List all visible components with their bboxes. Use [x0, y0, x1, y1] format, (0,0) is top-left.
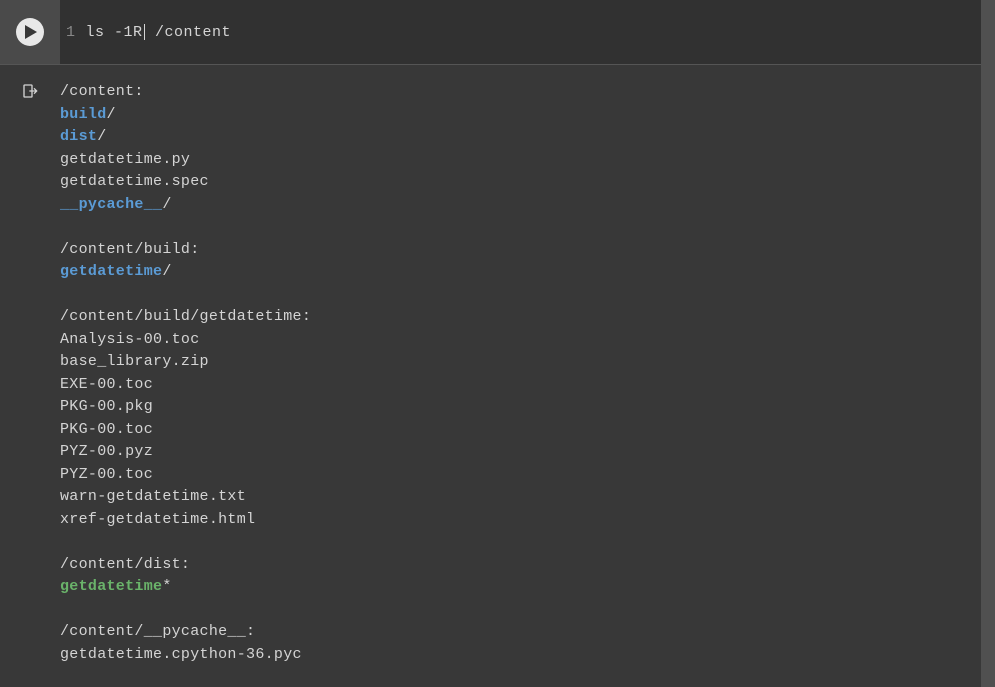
output-text: PKG-00.pkg [60, 398, 153, 415]
output-line: base_library.zip [60, 351, 995, 374]
vertical-scrollbar[interactable] [981, 0, 995, 687]
output-text: /content/dist: [60, 556, 190, 573]
directory-link: getdatetime [60, 263, 162, 280]
run-button-gutter [0, 0, 60, 64]
output-line: dist/ [60, 126, 995, 149]
output-line [60, 599, 995, 622]
output-text: /content: [60, 83, 144, 100]
output-line: warn-getdatetime.txt [60, 486, 995, 509]
notebook-cell: 1 ls -1R /content /content:build/dist/ge… [0, 0, 995, 687]
output-text: * [162, 578, 171, 595]
output-line [60, 216, 995, 239]
directory-link: dist [60, 128, 97, 145]
output-gutter [0, 81, 60, 671]
run-cell-button[interactable] [16, 18, 44, 46]
line-number: 1 [66, 24, 76, 41]
output-content: /content:build/dist/getdatetime.pygetdat… [60, 81, 995, 671]
output-text: getdatetime.py [60, 151, 190, 168]
output-text: PKG-00.toc [60, 421, 153, 438]
executable-link: getdatetime [60, 578, 162, 595]
output-line: /content/build: [60, 239, 995, 262]
output-line: getdatetime.py [60, 149, 995, 172]
code-text: ls -1R /content [86, 24, 232, 41]
directory-link: build [60, 106, 107, 123]
output-line: getdatetime.cpython-36.pyc [60, 644, 995, 667]
output-line: Analysis-00.toc [60, 329, 995, 352]
output-line: getdatetime* [60, 576, 995, 599]
output-line: PKG-00.toc [60, 419, 995, 442]
output-text: / [97, 128, 106, 145]
exit-arrow-icon [22, 83, 38, 99]
output-text: PYZ-00.pyz [60, 443, 153, 460]
output-line: __pycache__/ [60, 194, 995, 217]
output-line: /content/__pycache__: [60, 621, 995, 644]
output-text: Analysis-00.toc [60, 331, 200, 348]
code-editor[interactable]: 1 ls -1R /content [60, 0, 995, 64]
output-line: getdatetime/ [60, 261, 995, 284]
output-text: EXE-00.toc [60, 376, 153, 393]
output-text: base_library.zip [60, 353, 209, 370]
output-text: /content/__pycache__: [60, 623, 255, 640]
output-line: PYZ-00.pyz [60, 441, 995, 464]
clear-output-button[interactable] [22, 83, 38, 671]
output-text: warn-getdatetime.txt [60, 488, 246, 505]
text-cursor [144, 24, 145, 40]
output-text: getdatetime.cpython-36.pyc [60, 646, 302, 663]
output-text: / [107, 106, 116, 123]
output-line: EXE-00.toc [60, 374, 995, 397]
output-text: getdatetime.spec [60, 173, 209, 190]
directory-link: __pycache__ [60, 196, 162, 213]
output-line: /content/build/getdatetime: [60, 306, 995, 329]
output-line [60, 531, 995, 554]
output-line: xref-getdatetime.html [60, 509, 995, 532]
output-text: PYZ-00.toc [60, 466, 153, 483]
output-text: / [162, 196, 171, 213]
output-text: xref-getdatetime.html [60, 511, 255, 528]
output-line: getdatetime.spec [60, 171, 995, 194]
play-icon [25, 25, 37, 39]
output-line: PKG-00.pkg [60, 396, 995, 419]
output-text: / [162, 263, 171, 280]
cell-output-row: /content:build/dist/getdatetime.pygetdat… [0, 65, 995, 687]
output-line: build/ [60, 104, 995, 127]
cell-input-row: 1 ls -1R /content [0, 0, 995, 65]
output-text: /content/build: [60, 241, 200, 258]
output-text: /content/build/getdatetime: [60, 308, 311, 325]
output-line [60, 284, 995, 307]
output-line: /content/dist: [60, 554, 995, 577]
output-line: PYZ-00.toc [60, 464, 995, 487]
output-line: /content: [60, 81, 995, 104]
